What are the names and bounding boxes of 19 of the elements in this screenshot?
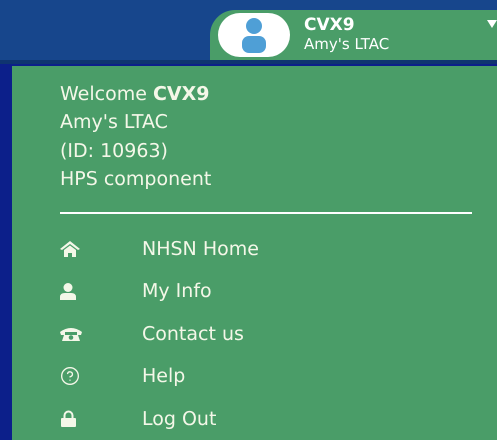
user-name: CVX9 — [304, 15, 356, 35]
account-menu-button[interactable]: CVX9 Amy's LTAC — [210, 10, 497, 60]
menu-item[interactable]: Help — [60, 355, 472, 398]
user-icon — [60, 282, 76, 300]
menu-item[interactable]: Log Out — [60, 398, 472, 440]
phone-icon — [60, 326, 82, 341]
welcome-line: HPS component — [60, 167, 212, 192]
welcome-line: Amy's LTAC — [60, 110, 169, 135]
help-icon — [60, 366, 80, 386]
caret-icon — [487, 20, 497, 28]
welcome-line: Welcome CVX9 — [60, 82, 210, 106]
avatar-icon — [218, 12, 290, 56]
menu-item[interactable]: Contact us — [60, 312, 472, 355]
home-icon — [60, 240, 80, 257]
menu-item[interactable]: My Info — [60, 270, 472, 312]
menu-item[interactable]: NHSN Home — [60, 228, 472, 270]
facility-name: Amy's LTAC — [304, 35, 390, 54]
welcome-line: (ID: 10963) — [60, 138, 169, 164]
lock-icon — [60, 410, 77, 428]
